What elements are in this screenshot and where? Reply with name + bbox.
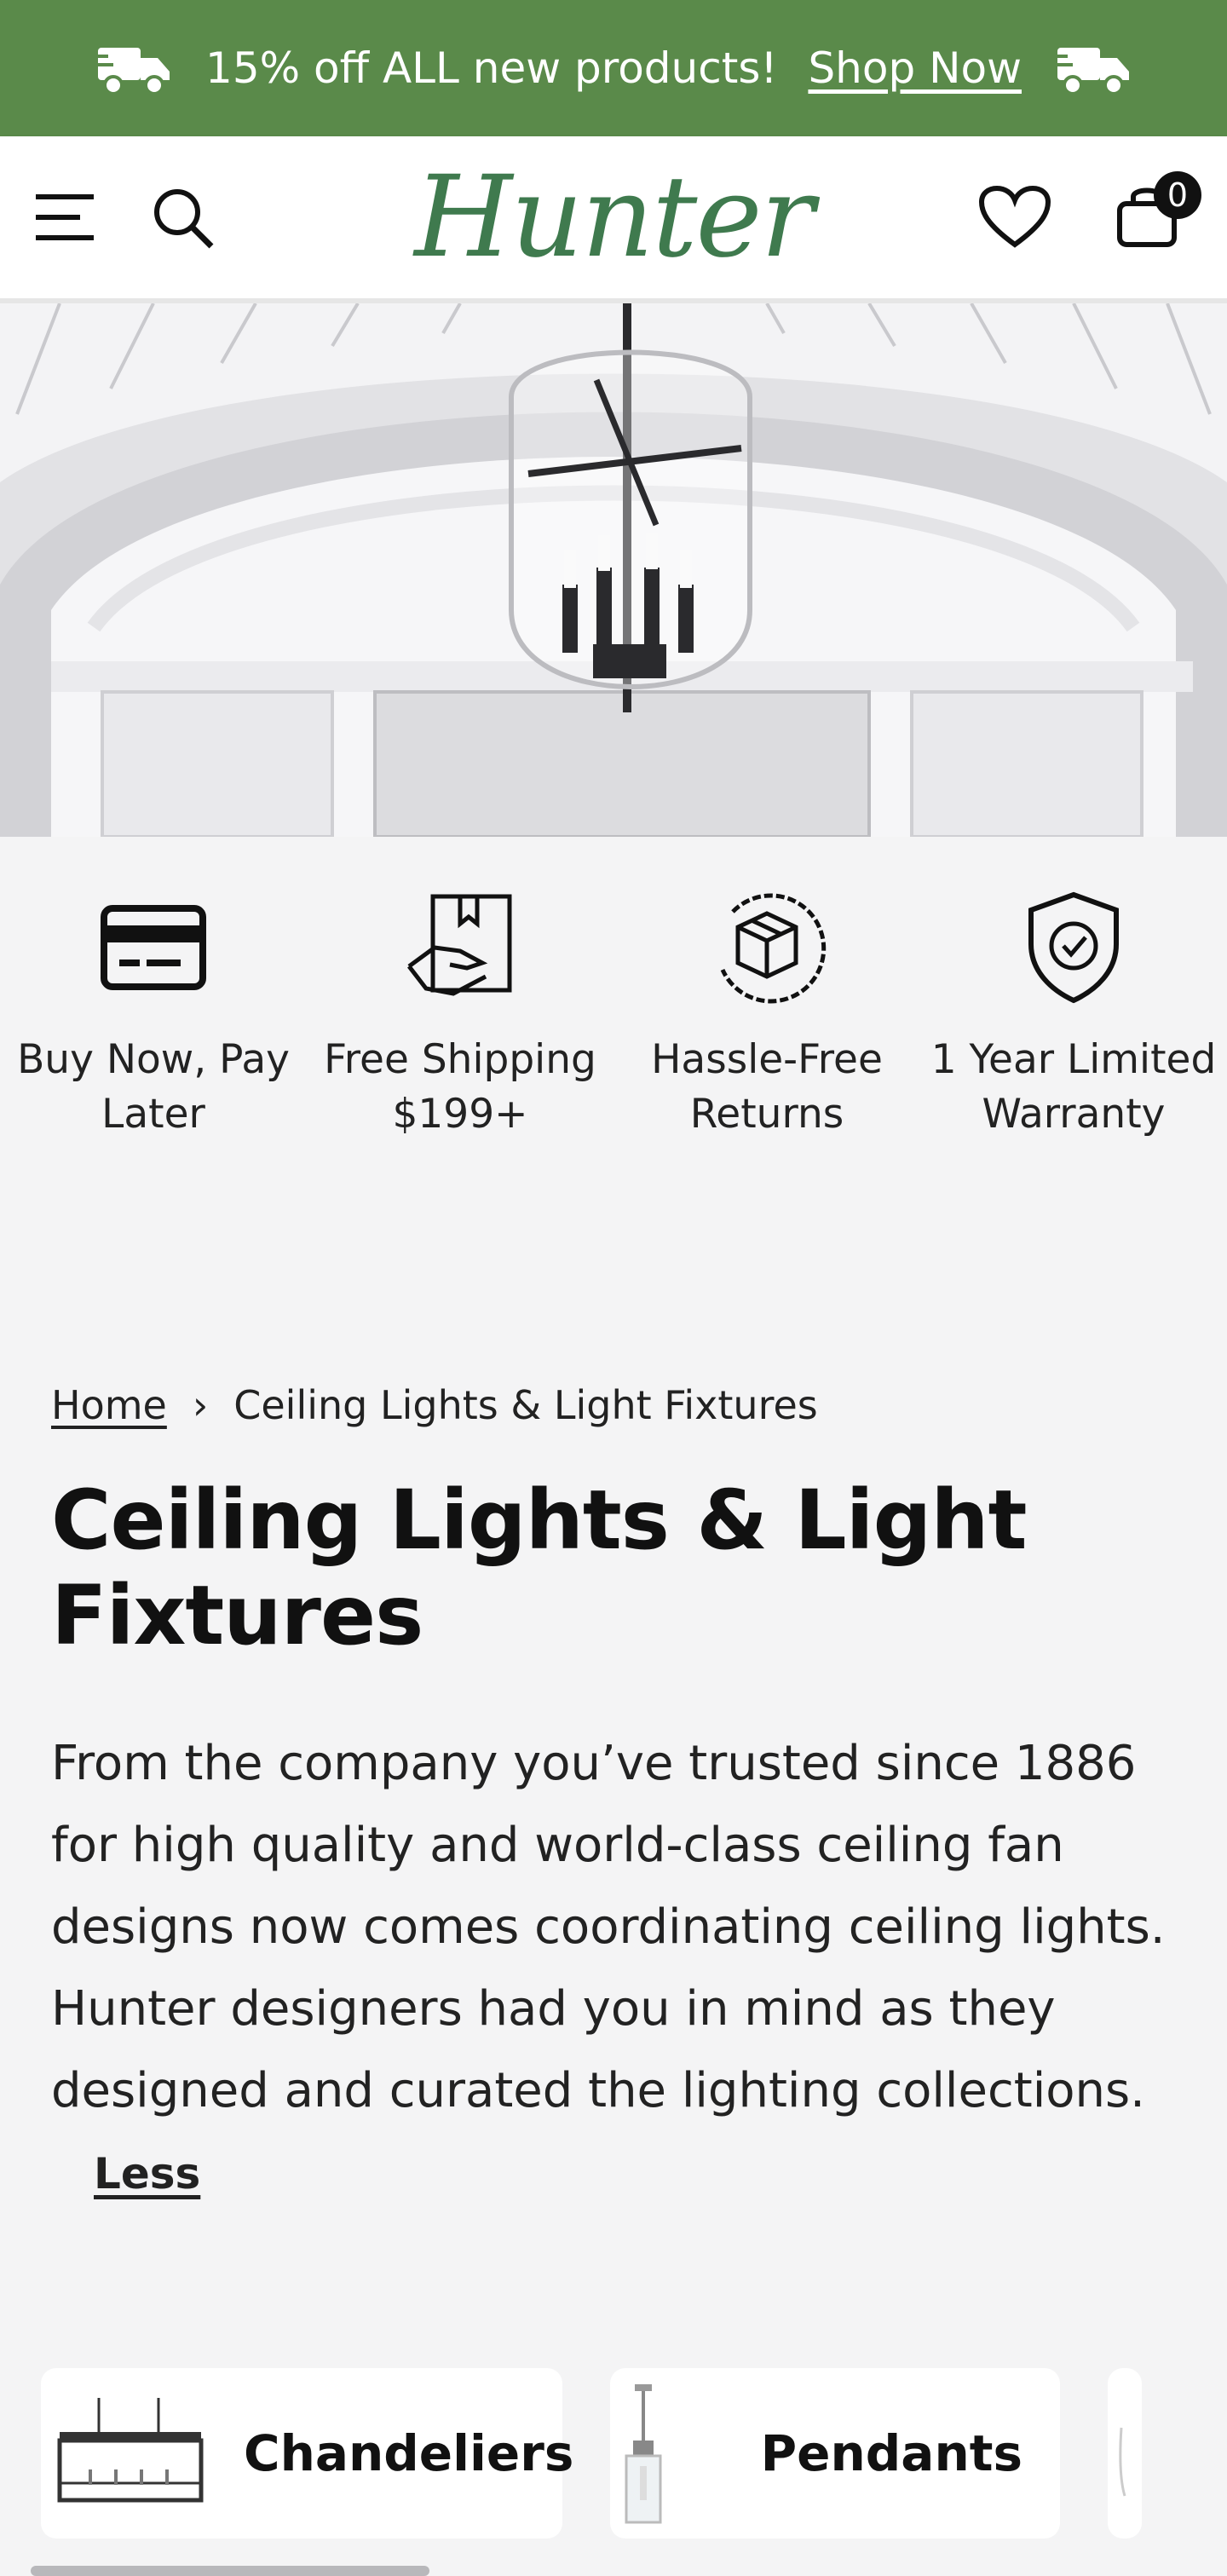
breadcrumb-separator: › [192, 1382, 209, 1428]
promo-text: 15% off ALL new products! [205, 43, 778, 93]
pendant-thumbnail [565, 2381, 727, 2526]
credit-card-icon [101, 905, 206, 990]
return-box-icon [720, 893, 827, 1004]
benefit-item: Free Shipping $199+ [307, 888, 614, 1382]
shop-now-link[interactable]: Shop Now [808, 43, 1022, 93]
category-carousel: Chandeliers Pendants [0, 2368, 1227, 2539]
benefit-item: Buy Now, Pay Later [0, 888, 307, 1382]
search-icon[interactable] [150, 185, 215, 250]
category-card-partial[interactable] [1108, 2368, 1142, 2539]
chandelier-thumbnail [48, 2381, 210, 2526]
delivery-truck-icon [93, 48, 170, 95]
benefit-label: Free Shipping $199+ [324, 1036, 596, 1138]
category-name: Pendants [760, 2424, 1022, 2482]
hunter-logo[interactable]: Hunter [414, 161, 814, 274]
heart-icon[interactable] [978, 185, 1051, 250]
cart-button[interactable]: 0 [1116, 171, 1201, 251]
benefit-label: Hassle-Free Returns [651, 1036, 883, 1138]
benefit-item: 1 Year Limited Warranty [920, 888, 1227, 1382]
benefits-row: Buy Now, Pay Later Free Shipping $199+ H… [0, 837, 1227, 1382]
description-text: From the company you’ve trusted since 18… [51, 1736, 1166, 2118]
category-card-pendants[interactable]: Pendants [610, 2368, 1060, 2539]
breadcrumb: Home › Ceiling Lights & Light Fixtures [51, 1382, 1176, 1428]
benefit-label: Buy Now, Pay Later [17, 1036, 290, 1138]
cart-count-badge: 0 [1154, 171, 1201, 219]
shield-check-icon [1028, 891, 1119, 1004]
category-thumbnail [1119, 2427, 1126, 2497]
category-intro: Home › Ceiling Lights & Light Fixtures C… [0, 1382, 1227, 2215]
hero-image [0, 303, 1227, 837]
shipping-box-hand-icon [407, 894, 512, 996]
site-header: Hunter 0 [0, 136, 1227, 303]
menu-icon[interactable] [34, 192, 95, 243]
read-less-link[interactable]: Less [94, 2149, 200, 2199]
page-title: Ceiling Lights & Light Fixtures [51, 1472, 1028, 1663]
carousel-scrollbar[interactable] [31, 2566, 429, 2576]
promo-banner: 15% off ALL new products! Shop Now [0, 0, 1227, 136]
chandelier-photo [0, 303, 1227, 837]
breadcrumb-home-link[interactable]: Home [51, 1382, 167, 1428]
benefit-item: Hassle-Free Returns [614, 888, 920, 1382]
benefit-label: 1 Year Limited Warranty [930, 1036, 1217, 1138]
category-description: From the company you’ve trusted since 18… [51, 1723, 1176, 2215]
delivery-truck-icon [1051, 48, 1129, 95]
breadcrumb-current: Ceiling Lights & Light Fixtures [233, 1382, 818, 1428]
category-name: Chandeliers [244, 2424, 574, 2482]
category-card-chandeliers[interactable]: Chandeliers [41, 2368, 573, 2539]
